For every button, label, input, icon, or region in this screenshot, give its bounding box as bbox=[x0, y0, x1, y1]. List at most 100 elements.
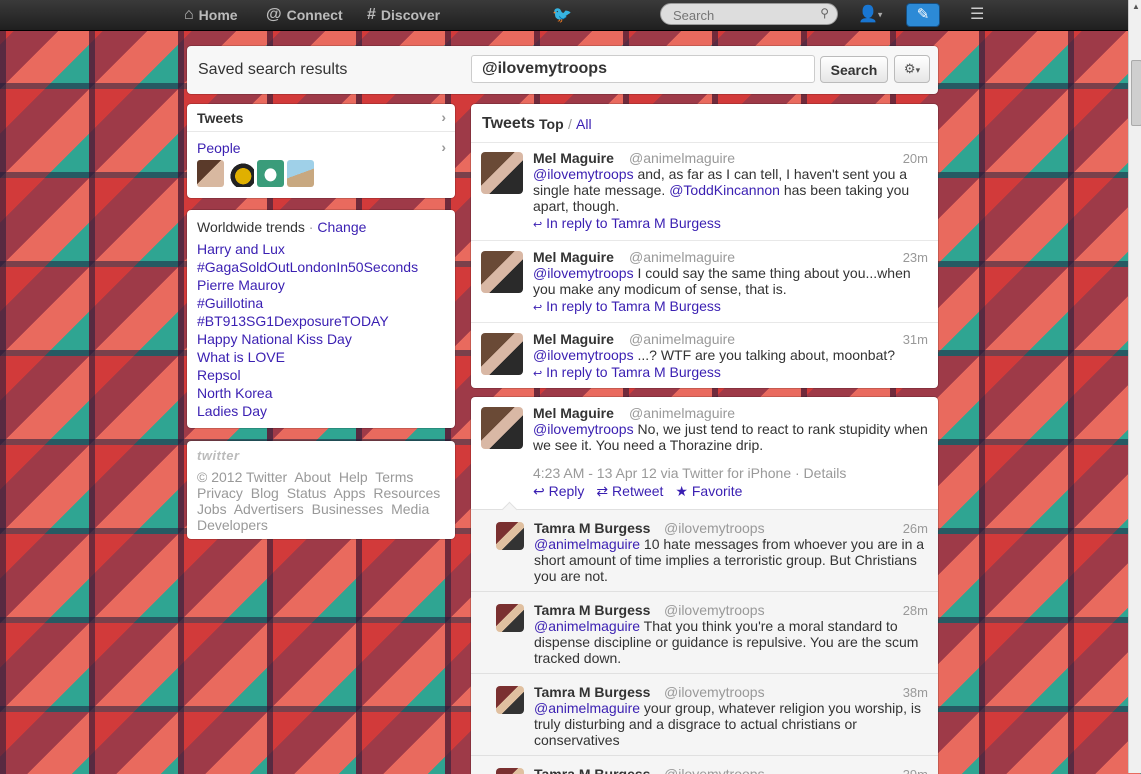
favorite-button[interactable]: ★ Favorite bbox=[675, 483, 742, 500]
footer-link[interactable]: Jobs bbox=[197, 501, 227, 517]
avatar[interactable] bbox=[496, 686, 524, 714]
favorite-label: Favorite bbox=[691, 483, 743, 499]
trends-change-link[interactable]: Change bbox=[317, 219, 366, 235]
tweet-timestamp[interactable]: 38m bbox=[903, 685, 928, 700]
trend-link[interactable]: North Korea bbox=[197, 385, 272, 401]
avatar[interactable] bbox=[257, 160, 284, 187]
tweet[interactable]: Mel Maguire @animelmaguire 23m @ilovemyt… bbox=[471, 241, 938, 323]
nav-home[interactable]: ⌂ Home bbox=[184, 6, 238, 24]
trend-link[interactable]: Pierre Mauroy bbox=[197, 277, 285, 293]
trend-link[interactable]: Ladies Day bbox=[197, 403, 267, 419]
nav-people-label: People bbox=[197, 140, 241, 156]
tweet-actions: ↩ Reply ⇄ Retweet ★ Favorite bbox=[533, 483, 742, 500]
tweet-author-name[interactable]: Mel Maguire bbox=[533, 331, 614, 347]
search-options-button[interactable]: ⚙▾ bbox=[894, 55, 930, 83]
tweet-timestamp[interactable]: 31m bbox=[903, 332, 928, 347]
chevron-right-icon: › bbox=[441, 109, 446, 125]
reply-button[interactable]: ↩ Reply bbox=[533, 483, 584, 500]
tweet-text: @animelmaguire 10 hate messages from who… bbox=[534, 536, 928, 584]
in-reply-to-link[interactable]: ↩ In reply to Tamra M Burgess bbox=[533, 215, 721, 231]
mention-link[interactable]: @ilovemytroops bbox=[533, 421, 634, 437]
user-menu[interactable]: 👤▾ bbox=[858, 4, 882, 24]
mention-link[interactable]: @ToddKincannon bbox=[669, 182, 780, 198]
scroll-thumb[interactable] bbox=[1131, 60, 1141, 126]
trend-link[interactable]: Happy National Kiss Day bbox=[197, 331, 352, 347]
reply-tweet[interactable]: Tamra M Burgess @ilovemytroops 26m @anim… bbox=[471, 510, 938, 592]
settings-icon[interactable]: ☰ bbox=[970, 4, 984, 24]
search-query-input[interactable] bbox=[471, 55, 815, 83]
footer-link[interactable]: Businesses bbox=[312, 501, 384, 517]
scroll-up-icon[interactable]: ▲ bbox=[1132, 2, 1140, 11]
search-button[interactable]: Search bbox=[820, 56, 888, 83]
retweet-button[interactable]: ⇄ Retweet bbox=[596, 483, 663, 500]
tweet-author-name[interactable]: Mel Maguire bbox=[533, 249, 614, 265]
footer-link[interactable]: Terms bbox=[375, 469, 413, 485]
page-title: Saved search results bbox=[198, 61, 348, 78]
in-reply-to-link[interactable]: ↩ In reply to Tamra M Burgess bbox=[533, 364, 721, 380]
nav-connect[interactable]: @ Connect bbox=[266, 6, 343, 24]
avatar[interactable] bbox=[496, 604, 524, 632]
compose-tweet-button[interactable]: ✎ bbox=[906, 3, 940, 27]
tweet-timestamp[interactable]: 20m bbox=[903, 151, 928, 166]
tweet-stream: Tweets Top / All Mel Maguire @animelmagu… bbox=[471, 104, 938, 388]
mention-link[interactable]: @animelmaguire bbox=[534, 618, 640, 634]
nav-discover[interactable]: # Discover bbox=[367, 6, 440, 24]
nav-people[interactable]: People › bbox=[187, 134, 455, 196]
reply-arrow-icon: ↩ bbox=[533, 219, 543, 231]
mention-link[interactable]: @ilovemytroops bbox=[533, 166, 634, 182]
tweet-author-name[interactable]: Tamra M Burgess bbox=[534, 602, 650, 618]
global-search-input[interactable] bbox=[671, 5, 815, 25]
trend-link[interactable]: #Guillotina bbox=[197, 295, 263, 311]
nav-tweets[interactable]: Tweets › bbox=[187, 104, 455, 132]
trend-link[interactable]: What is LOVE bbox=[197, 349, 285, 365]
avatar[interactable] bbox=[227, 160, 254, 187]
tweet-author-name[interactable]: Mel Maguire bbox=[533, 405, 614, 421]
avatar[interactable] bbox=[496, 768, 524, 774]
tweet-author-name[interactable]: Tamra M Burgess bbox=[534, 520, 650, 536]
avatar[interactable] bbox=[287, 160, 314, 187]
mention-link[interactable]: @ilovemytroops bbox=[533, 265, 634, 281]
avatar[interactable] bbox=[496, 522, 524, 550]
avatar[interactable] bbox=[197, 160, 224, 187]
footer-link[interactable]: Developers bbox=[197, 517, 268, 533]
avatar[interactable] bbox=[481, 333, 523, 375]
trend-link[interactable]: #GagaSoldOutLondonIn50Seconds bbox=[197, 259, 418, 275]
tweet-timestamp[interactable]: 23m bbox=[903, 250, 928, 265]
scrollbar[interactable]: ▲ bbox=[1128, 0, 1141, 773]
tweet-author-name[interactable]: Mel Maguire bbox=[533, 150, 614, 166]
global-search[interactable]: ⚲ bbox=[660, 3, 838, 25]
trend-link[interactable]: Harry and Lux bbox=[197, 241, 285, 257]
reply-tweet[interactable]: Tamra M Burgess @ilovemytroops 38m @anim… bbox=[471, 674, 938, 756]
trend-link[interactable]: #BT913SG1DexposureTODAY bbox=[197, 313, 389, 329]
reply-tweet[interactable]: Tamra M Burgess @ilovemytroops 39m bbox=[471, 756, 938, 774]
search-icon[interactable]: ⚲ bbox=[820, 6, 829, 20]
filter-top[interactable]: Top bbox=[539, 116, 564, 132]
in-reply-to-link[interactable]: ↩ In reply to Tamra M Burgess bbox=[533, 298, 721, 314]
mention-link[interactable]: @animelmaguire bbox=[534, 536, 640, 552]
tweet[interactable]: Mel Maguire @animelmaguire 31m @ilovemyt… bbox=[471, 323, 938, 388]
footer-link[interactable]: Help bbox=[339, 469, 368, 485]
footer-link[interactable]: Advertisers bbox=[234, 501, 304, 517]
avatar[interactable] bbox=[481, 152, 523, 194]
footer-link[interactable]: Status bbox=[287, 485, 327, 501]
footer-link[interactable]: Media bbox=[391, 501, 429, 517]
mention-link[interactable]: @animelmaguire bbox=[534, 700, 640, 716]
mention-link[interactable]: @ilovemytroops bbox=[533, 347, 634, 363]
tweet-author-name[interactable]: Tamra M Burgess bbox=[534, 684, 650, 700]
trend-link[interactable]: Repsol bbox=[197, 367, 241, 383]
footer-link[interactable]: Blog bbox=[251, 485, 279, 501]
expanded-tweet[interactable]: Mel Maguire @animelmaguire @ilovemytroop… bbox=[471, 397, 938, 774]
avatar[interactable] bbox=[481, 251, 523, 293]
filter-all-link[interactable]: All bbox=[576, 116, 592, 132]
footer-link[interactable]: Privacy bbox=[197, 485, 243, 501]
tweet[interactable]: Mel Maguire @animelmaguire 20m @ilovemyt… bbox=[471, 142, 938, 241]
nav-tweets-label: Tweets bbox=[197, 110, 244, 126]
footer-link[interactable]: About bbox=[294, 469, 331, 485]
tweet-timestamp[interactable]: 28m bbox=[903, 603, 928, 618]
reply-tweet[interactable]: Tamra M Burgess @ilovemytroops 28m @anim… bbox=[471, 592, 938, 674]
footer-link[interactable]: Apps bbox=[334, 485, 366, 501]
avatar[interactable] bbox=[481, 407, 523, 449]
footer-link[interactable]: Resources bbox=[373, 485, 440, 501]
tweet-timestamp[interactable]: 26m bbox=[903, 521, 928, 536]
twitter-bird-icon[interactable]: 🐦 bbox=[552, 5, 572, 25]
